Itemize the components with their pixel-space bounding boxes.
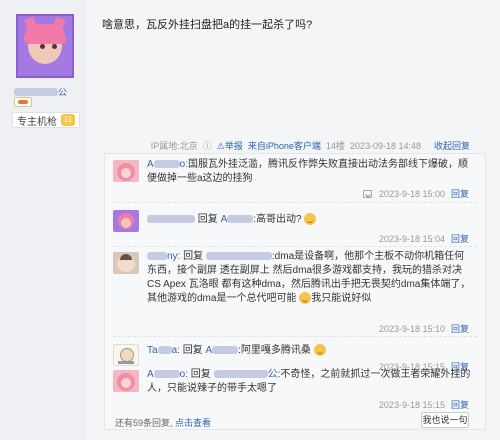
reply-target[interactable]: 公 bbox=[213, 369, 278, 380]
add-reply-button[interactable]: 我也说一句 bbox=[421, 412, 469, 428]
source-label: 来自iPhone客户端 bbox=[247, 141, 321, 151]
avatar-hair bbox=[24, 24, 66, 44]
expand-icon[interactable] bbox=[363, 189, 373, 198]
reply-time: 2023-9-18 15:10 bbox=[378, 324, 445, 334]
reply-avatar[interactable] bbox=[113, 370, 139, 392]
reply-text: Ta a: 回复 A :阿里嘎多腾讯桑 bbox=[147, 344, 471, 358]
reply-target[interactable] bbox=[205, 251, 272, 262]
more-replies: 还有59条回复, 点击查看 bbox=[115, 416, 211, 429]
reply-author[interactable]: Ao: bbox=[147, 159, 188, 170]
reply-avatar[interactable] bbox=[113, 160, 139, 182]
reply-author[interactable]: ny: bbox=[147, 251, 180, 262]
reply-word: 回复 bbox=[182, 345, 203, 356]
view-more-link[interactable]: 点击查看 bbox=[175, 418, 211, 428]
reply-target-initial: A bbox=[220, 214, 228, 225]
reply-author-initial: A bbox=[147, 369, 154, 380]
reply-button[interactable]: 回复 bbox=[451, 400, 469, 410]
author-sidebar: 公 专主机枪 11 bbox=[0, 0, 86, 440]
reply-time-row: 2023-9-18 15:04 回复 bbox=[379, 232, 469, 245]
collapse-replies-link[interactable]: 收起回复 bbox=[434, 139, 470, 152]
blurred-name bbox=[212, 346, 239, 355]
reply-body: :高哥出动? bbox=[253, 214, 302, 225]
reply-target-initial: A bbox=[205, 345, 213, 356]
reply-author-suffix: ny: bbox=[167, 251, 181, 262]
reply-author-suffix: o: bbox=[179, 369, 189, 380]
reply-button[interactable]: 回复 bbox=[451, 234, 469, 244]
blurred-name bbox=[227, 215, 254, 224]
reply-time-row: 2023-9-18 15:00 回复 bbox=[363, 187, 469, 200]
reply-time: 2023-9-18 15:15 bbox=[378, 400, 445, 410]
reply-button[interactable]: 回复 bbox=[451, 324, 469, 334]
level-badge[interactable]: 专主机枪 11 bbox=[12, 112, 80, 128]
reply-avatar[interactable] bbox=[113, 210, 139, 232]
reply-author[interactable]: Ao: bbox=[147, 369, 188, 380]
reply-author[interactable] bbox=[147, 214, 195, 225]
author-avatar[interactable] bbox=[16, 14, 74, 78]
blurred-name bbox=[153, 160, 180, 169]
reply-body: 国服瓦外挂泛滥，腾讯反作弊失败直接出动法务部线下爆破，顺便做掉一些a这边的挂狗 bbox=[147, 159, 469, 184]
blurred-name bbox=[213, 370, 268, 379]
reply-word: 回复 bbox=[190, 369, 211, 380]
reply-text: ny: 回复 :dma是设备啊，他那个主板不动你机箱任何东西，接个副屏 透在副屏… bbox=[147, 250, 471, 306]
reply-author-suffix: o: bbox=[179, 159, 189, 170]
divider bbox=[113, 202, 477, 203]
floor-number: 14楼 bbox=[325, 141, 345, 151]
report-link[interactable]: ⚠举报 bbox=[217, 139, 243, 152]
laugh-emoji-icon bbox=[299, 292, 312, 305]
member-badge-icon[interactable] bbox=[14, 97, 32, 107]
blurred-name bbox=[147, 252, 167, 261]
reply-word: 回复 bbox=[183, 251, 204, 262]
grin-emoji-icon bbox=[304, 213, 317, 226]
avatar-eye bbox=[40, 44, 45, 49]
avatar-eye bbox=[52, 44, 57, 49]
reply-body: :阿里嘎多腾讯桑 bbox=[238, 345, 311, 356]
post-source[interactable]: 来自iPhone客户端 bbox=[248, 139, 321, 152]
reply-target[interactable]: A bbox=[205, 345, 239, 356]
blurred-name bbox=[205, 252, 272, 261]
divider bbox=[113, 246, 477, 247]
blurred-name bbox=[153, 370, 180, 379]
reply-time: 2023-9-18 15:00 bbox=[378, 189, 445, 199]
reply-text: 回复 A :高哥出动? bbox=[147, 213, 471, 227]
post-meta: IP属地:北京 ⓘ ⚠举报 来自iPhone客户端 14楼 2023-09-18… bbox=[151, 139, 470, 152]
reply-author-initial: Ta bbox=[147, 345, 158, 356]
reply-time-row: 2023-9-18 15:10 回复 bbox=[379, 322, 469, 335]
reply-author-suffix: a: bbox=[171, 345, 180, 356]
post-content: 啥意思，瓦反外挂扫盘把a的挂一起杀了吗? bbox=[102, 19, 313, 31]
ip-location: IP属地:北京 bbox=[150, 141, 198, 151]
reply-author[interactable]: Ta a: bbox=[147, 345, 180, 356]
level-title: 专主机枪 bbox=[17, 116, 57, 128]
reply-avatar[interactable] bbox=[113, 252, 139, 274]
reply-body-tail: 我只能说好似 bbox=[311, 293, 372, 304]
reply-time-row: 2023-9-18 15:15 回复 bbox=[379, 398, 469, 411]
report-label: 举报 bbox=[224, 141, 243, 151]
reply-word: 回复 bbox=[197, 214, 218, 225]
blurred-name bbox=[157, 346, 172, 355]
author-name-tail: 公 bbox=[58, 87, 68, 98]
smile-emoji-icon bbox=[313, 344, 326, 357]
more-replies-count: 还有59条回复, bbox=[115, 418, 173, 428]
reply-avatar[interactable] bbox=[113, 344, 139, 366]
author-name[interactable]: 公 bbox=[14, 84, 76, 98]
divider bbox=[113, 336, 477, 337]
reply-target-suffix: 公 bbox=[267, 369, 278, 380]
reply-time: 2023-9-18 15:04 bbox=[378, 234, 445, 244]
info-icon: ⓘ bbox=[202, 141, 212, 151]
reply-text: Ao:国服瓦外挂泛滥，腾讯反作弊失败直接出动法务部线下爆破，顺便做掉一些a这边的… bbox=[147, 158, 471, 186]
blurred-name bbox=[147, 215, 195, 224]
post-time: 2023-09-18 14:48 bbox=[349, 140, 421, 151]
level-number: 11 bbox=[61, 114, 75, 126]
reply-target[interactable]: A bbox=[221, 214, 254, 225]
reply-button[interactable]: 回复 bbox=[451, 189, 469, 199]
reply-list: Ao:国服瓦外挂泛滥，腾讯反作弊失败直接出动法务部线下爆破，顺便做掉一些a这边的… bbox=[104, 153, 486, 430]
blurred-name bbox=[14, 87, 58, 96]
reply-text: Ao: 回复 公:不奇怪，之前就抓过一次做王者荣耀外挂的人，只能说辣子的带手太嗯… bbox=[147, 368, 471, 396]
